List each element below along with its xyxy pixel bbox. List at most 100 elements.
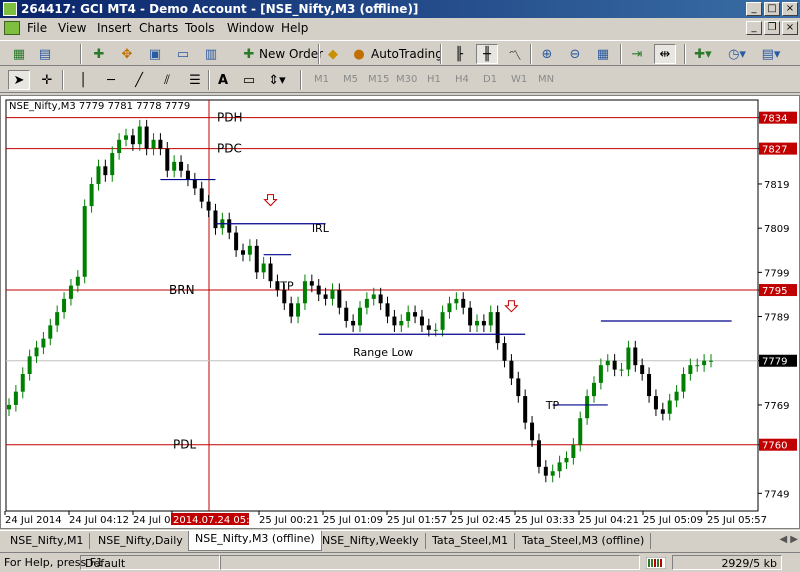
candle [688,358,693,381]
tab-nse-nifty-m1[interactable]: NSE_Nifty,M1 [4,533,91,549]
vertical-line-icon[interactable]: │ [72,70,94,90]
trendline-icon[interactable]: ╱ [128,70,150,90]
line-chart-icon[interactable]: 〽 [504,44,526,64]
x-tick-label: 25 Jul 00:21 [259,515,319,526]
candle [275,274,280,297]
autotrading-icon[interactable]: ● [348,44,370,64]
candle [124,128,128,147]
x-tick-label: 24 Jul 2014 [5,515,62,526]
menu-file[interactable]: File [27,21,47,35]
terminal-icon[interactable]: ▭ [172,44,194,64]
candle [137,119,142,151]
tab-scroll-arrows[interactable]: ◀ ▶ [779,534,798,545]
connection-bars-icon [646,557,666,569]
menu-charts[interactable]: Charts [139,21,178,35]
templates-icon[interactable]: ▤▾ [760,44,782,64]
candle [158,133,163,156]
tile-windows-icon[interactable]: ▦ [592,44,614,64]
candle [509,354,514,386]
timeframe-mn[interactable]: MN [538,74,554,85]
candle [330,283,335,306]
candle [585,389,590,425]
menu-bar: File View Insert Charts Tools Window Hel… [0,18,800,38]
market-watch-icon[interactable]: ✚ [88,44,110,64]
y-tick-label: 7834 [762,114,787,125]
menu-tools[interactable]: Tools [185,21,215,35]
tab-tata-steel-m1[interactable]: Tata_Steel,M1 [426,533,516,549]
horizontal-line-icon[interactable]: ─ [100,70,122,90]
chart-window[interactable]: NSE_Nifty,M3 7779 7781 7778 7779 PDH PDC BR… [0,95,800,529]
zoom-out-icon[interactable]: ⊖ [564,44,586,64]
timeframe-w1[interactable]: W1 [511,74,527,85]
navigator-icon[interactable]: ✥ [116,44,138,64]
crosshair-icon[interactable]: ✛ [36,70,58,90]
timeframe-m5[interactable]: M5 [343,74,358,85]
arrows-icon[interactable]: ⇕▾ [266,70,288,90]
level-label-pdl: PDL [173,438,196,452]
text-icon[interactable]: A [212,70,234,90]
timeframe-m1[interactable]: M1 [314,74,329,85]
close-button[interactable]: × [782,2,798,16]
profiles-icon[interactable]: ▤ [34,44,56,64]
child-close-button[interactable]: × [782,21,798,35]
timeframe-m30[interactable]: M30 [396,74,417,85]
menu-view[interactable]: View [58,21,86,35]
candle [27,349,32,381]
candle [667,393,672,421]
menu-insert[interactable]: Insert [97,21,131,35]
child-minimize-button[interactable]: _ [746,21,762,35]
tab-nse-nifty-m3-offline[interactable]: NSE_Nifty,M3 (offline) [188,531,322,551]
tab-nse-nifty-weekly[interactable]: NSE_Nifty,Weekly [316,533,426,549]
timeframe-m15[interactable]: M15 [368,74,389,85]
minimize-button[interactable]: _ [746,2,762,16]
autoscroll-icon[interactable]: ⇥ [626,44,648,64]
candle [550,464,555,483]
periods-icon[interactable]: ◷▾ [726,44,748,64]
candle [571,438,576,465]
candle [640,358,645,381]
maximize-button[interactable]: □ [764,2,780,16]
timeframe-h4[interactable]: H4 [455,74,469,85]
cursor-icon[interactable]: ➤ [8,70,30,90]
candlestick-icon[interactable]: ╫ [476,44,498,64]
data-window-icon[interactable]: ▣ [144,44,166,64]
candle [302,274,307,310]
x-tick-label: 25 Jul 01:09 [323,515,383,526]
candle [179,155,184,178]
indicators-icon[interactable]: ✚▾ [692,44,714,64]
fibonacci-icon[interactable]: ☰ [184,70,206,90]
annotation-tp: TP [279,280,294,293]
tab-nse-nifty-daily[interactable]: NSE_Nifty,Daily [92,533,190,549]
title-bar: 264417: GCI MT4 - Demo Account - [NSE_Ni… [0,0,800,18]
candle [34,340,39,363]
metaeditor-icon[interactable]: ◆ [322,44,344,64]
chart-shift-icon[interactable]: ⇹ [654,44,676,64]
candle [172,155,177,178]
new-order-icon[interactable]: ✚ [238,44,260,64]
tester-icon[interactable]: ▥ [200,44,222,64]
child-restore-button[interactable]: ❐ [764,21,780,35]
candle [468,301,473,333]
y-tick-label: 7799 [764,268,789,279]
candle [633,340,638,372]
candle [344,301,349,328]
candle [130,128,135,151]
tab-tata-steel-m3-offline[interactable]: Tata_Steel,M3 (offline) [516,533,652,549]
autotrading-button[interactable]: AutoTrading [371,47,443,61]
menu-window[interactable]: Window [227,21,274,35]
candle [358,301,362,333]
timeframe-h1[interactable]: H1 [427,74,441,85]
equidistant-channel-icon[interactable]: ⫽ [156,70,178,90]
new-chart-icon[interactable]: ▦ [8,44,30,64]
y-tick-label: 7760 [762,441,787,452]
price-chart[interactable]: NSE_Nifty,M3 7779 7781 7778 7779 PDH PDC BR… [1,96,799,528]
menu-help[interactable]: Help [281,21,308,35]
x-tick-label: 25 Jul 05:57 [707,515,767,526]
timeframe-d1[interactable]: D1 [483,74,497,85]
chart-tabs: NSE_Nifty,M1 NSE_Nifty,Daily NSE_Nifty,M… [0,530,800,551]
bar-chart-icon[interactable]: ╟ [448,44,470,64]
new-order-button[interactable]: New Order [259,47,323,61]
zoom-in-icon[interactable]: ⊕ [536,44,558,64]
text-label-icon[interactable]: ▭ [238,70,260,90]
candle [296,296,301,324]
